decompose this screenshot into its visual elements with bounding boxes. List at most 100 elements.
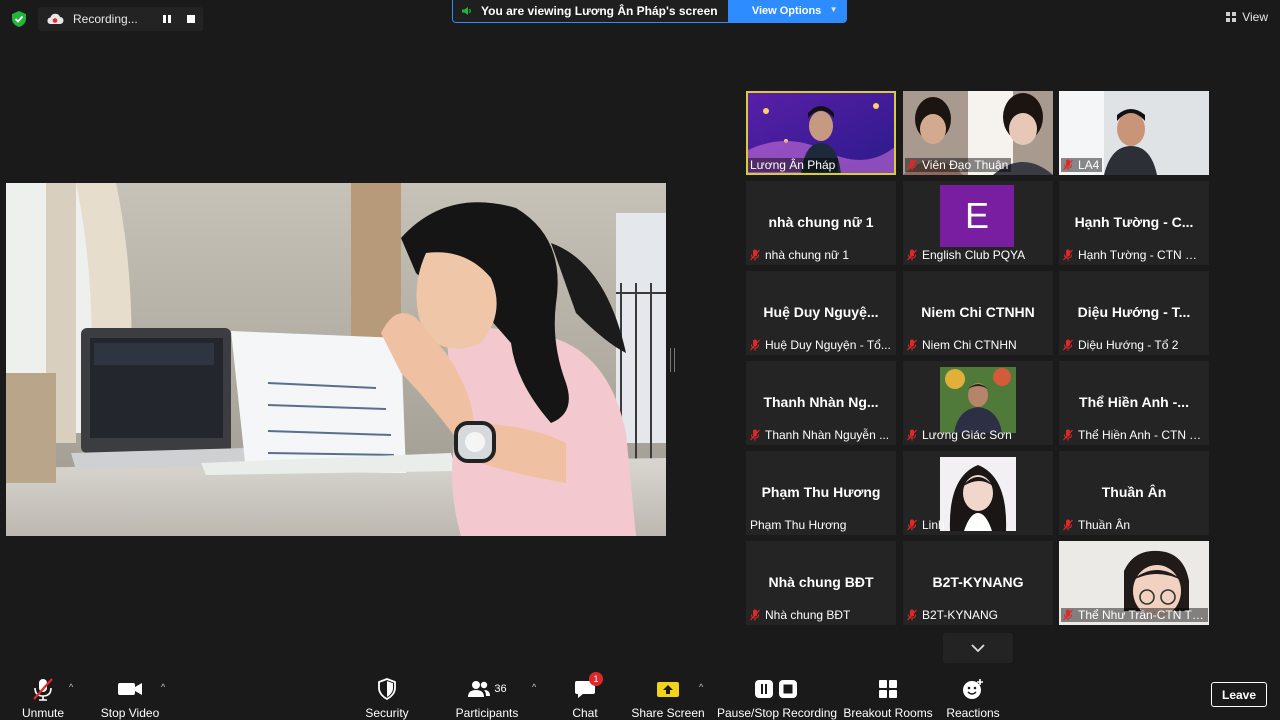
participant-display-name: nhà chung nữ 1 [768,214,874,230]
unmute-button[interactable]: Unmute [19,670,67,720]
chat-unread-badge: 1 [589,672,603,686]
mic-muted-icon [1063,249,1073,261]
gallery-next-page-button[interactable] [943,633,1013,663]
video-options-caret[interactable]: ^ [161,682,165,692]
participant-name: Thể Như Trần-CTN TP... [1061,608,1208,622]
video-camera-icon [118,683,142,695]
stop-video-button[interactable]: Stop Video [98,670,162,720]
viewing-message: You are viewing Lương Ân Pháp's screen [481,4,718,18]
avatar [940,457,1016,531]
participant-display-name: Thể Hiền Anh -... [1079,394,1189,410]
mic-muted-icon [1063,159,1073,171]
participant-name: Phạm Thu Hương [750,518,847,532]
recording-label: Recording... [73,12,138,26]
security-shield-icon [378,678,396,700]
participant-name: Huệ Duy Nguyện - Tổ... [750,338,891,352]
share-options-caret[interactable]: ^ [699,682,703,692]
mic-muted-icon [1063,429,1073,441]
participant-name: Linh [907,518,945,532]
mic-muted-icon [1063,519,1073,531]
participant-tile[interactable]: Thể Hiền Anh -... Thể Hiền Anh - CTN T..… [1059,361,1209,445]
participant-tile[interactable]: Thanh Nhàn Ng... Thanh Nhàn Nguyễn ... [746,361,896,445]
participant-tile[interactable]: LA4 [1059,91,1209,175]
chat-button[interactable]: 1 Chat [567,670,603,720]
participant-name: Niem Chi CTNHN [907,338,1017,352]
participant-display-name: Phạm Thu Hương [761,484,881,500]
participant-tile[interactable]: Huệ Duy Nguyệ... Huệ Duy Nguyện - Tổ... [746,271,896,355]
participant-name: nhà chung nữ 1 [750,248,849,262]
mic-muted-icon [907,159,917,171]
breakout-rooms-icon [879,680,897,698]
shield-check-icon[interactable] [10,10,28,28]
reactions-button[interactable]: Reactions [946,670,1000,720]
participant-name: Thuần Ân [1063,518,1130,532]
participant-display-name: B2T-KYNANG [932,574,1024,590]
chevron-down-icon: ▼ [829,5,838,14]
mic-muted-icon [907,609,917,621]
participant-display-name: Niem Chi CTNHN [921,304,1035,320]
avatar: E [940,185,1014,247]
participant-display-name: Huệ Duy Nguyệ... [763,304,879,320]
grid-view-icon [1226,12,1237,22]
shared-video-frame [6,183,666,536]
participant-tile[interactable]: Hạnh Tường - C... Hạnh Tường - CTN Bì... [1059,181,1209,265]
view-label: View [1242,10,1268,24]
participant-tile[interactable]: Nhà chung BĐT Nhà chung BĐT [746,541,896,625]
mic-muted-icon [750,429,760,441]
view-options-label: View Options [751,5,822,17]
mic-muted-icon [907,429,917,441]
participant-display-name: Nhà chung BĐT [768,574,874,590]
view-options-button[interactable]: View Options ▼ [727,0,846,22]
participant-tile[interactable]: Diệu Hướng - T... Diệu Hướng - Tổ 2 [1059,271,1209,355]
screen-share-banner: You are viewing Lương Ân Pháp's screen V… [452,0,847,23]
participant-name: Thể Hiền Anh - CTN T... [1063,428,1205,442]
participant-name: Nhà chung BĐT [750,608,850,622]
participants-icon [468,681,491,697]
meeting-toolbar: Unmute ^ Stop Video ^ Security 36 Partic… [0,670,1280,720]
security-button[interactable]: Security [362,670,412,720]
participant-tile[interactable]: Phạm Thu Hương Phạm Thu Hương [746,451,896,535]
share-screen-icon [657,682,679,697]
mic-muted-icon [907,339,917,351]
participant-tile[interactable]: Lương Giác Sơn [903,361,1053,445]
participant-name: B2T-KYNANG [907,608,998,622]
participant-tile[interactable]: nhà chung nữ 1 nhà chung nữ 1 [746,181,896,265]
mic-muted-icon [907,249,917,261]
participant-display-name: Diệu Hướng - T... [1077,304,1191,320]
participant-tile[interactable]: Thuần Ân Thuần Ân [1059,451,1209,535]
chevron-down-icon [971,643,985,652]
participant-tile[interactable]: B2T-KYNANG B2T-KYNANG [903,541,1053,625]
participant-tile[interactable]: E English Club PQYA [903,181,1053,265]
mic-muted-icon [1063,339,1073,351]
leave-button[interactable]: Leave [1211,682,1267,707]
microphone-muted-icon [33,678,53,701]
participants-count: 36 [494,683,507,695]
participant-display-name: Hạnh Tường - C... [1074,214,1194,230]
recording-indicator: Recording... [38,7,203,31]
audio-options-caret[interactable]: ^ [69,682,73,692]
stop-recording-icon[interactable] [187,15,195,23]
participant-tile[interactable]: Linh [903,451,1053,535]
reactions-emoji-icon [963,679,983,699]
participant-tile[interactable]: Niem Chi CTNHN Niem Chi CTNHN [903,271,1053,355]
participant-name: Hạnh Tường - CTN Bì... [1063,248,1205,262]
pause-recording-icon[interactable] [162,13,172,25]
cloud-recording-icon [47,13,64,24]
mic-muted-icon [750,339,760,351]
pause-stop-recording-button[interactable]: Pause/Stop Recording [717,670,837,720]
participant-tile[interactable]: Lương Ân Pháp [746,91,896,175]
breakout-rooms-button[interactable]: Breakout Rooms [843,670,933,720]
participant-tile[interactable]: Viên Đạo Thuận [903,91,1053,175]
participants-options-caret[interactable]: ^ [532,682,536,692]
participant-name: English Club PQYA [907,248,1025,262]
mic-muted-icon [1063,609,1073,621]
participant-tile[interactable]: Thể Như Trần-CTN TP... [1059,541,1209,625]
participant-name: Lương Giác Sơn [907,428,1012,442]
view-button[interactable]: View [1226,10,1268,24]
participants-button[interactable]: 36 Participants [455,670,519,720]
pause-stop-recording-icon [755,680,797,698]
share-screen-button[interactable]: Share Screen [631,670,705,720]
resize-divider[interactable] [670,348,675,372]
participant-name: LA4 [1061,158,1103,172]
mic-muted-icon [907,519,917,531]
